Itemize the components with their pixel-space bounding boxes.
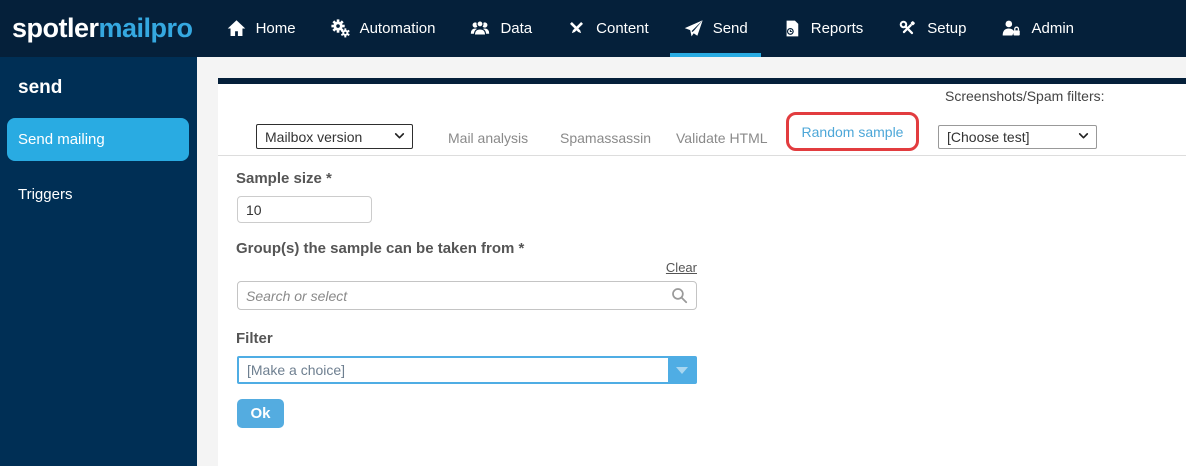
mailbox-version-value: Mailbox version <box>265 128 363 145</box>
group-search-box <box>237 281 697 310</box>
nav-item-data[interactable]: Data <box>452 0 549 57</box>
search-icon[interactable] <box>670 286 689 305</box>
sidebar-title: send <box>18 77 63 98</box>
tab-validate-html[interactable]: Validate HTML <box>676 130 768 146</box>
nav-item-content[interactable]: Content <box>549 0 666 57</box>
logo-text-primary: spotler <box>12 13 99 43</box>
active-nav-underline <box>669 53 761 57</box>
dropdown-arrow-icon <box>675 366 688 374</box>
nav-item-label: Content <box>596 20 649 37</box>
main-nav: Home Automation Data Content Send Report… <box>209 0 1091 57</box>
logo-text-secondary: mailpro <box>98 13 194 43</box>
sample-size-input[interactable] <box>237 196 372 223</box>
report-icon <box>782 18 802 39</box>
nav-item-label: Home <box>255 20 296 37</box>
gears-icon <box>330 18 351 39</box>
filter-label: Filter <box>236 330 273 347</box>
pens-icon <box>566 18 587 39</box>
nav-item-label: Send <box>712 20 748 37</box>
chevron-down-icon <box>393 129 406 145</box>
chevron-down-icon <box>1077 129 1090 145</box>
tab-random-sample[interactable]: Random sample <box>802 124 904 140</box>
tab-spamassassin[interactable]: Spamassassin <box>560 130 651 146</box>
content-panel: Mailbox version Mail analysis Spamassass… <box>218 78 1186 466</box>
clear-link[interactable]: Clear <box>666 260 697 275</box>
sidebar-item-triggers[interactable]: Triggers <box>0 173 189 216</box>
sample-size-label: Sample size * <box>236 170 332 187</box>
nav-item-label: Admin <box>1031 20 1075 37</box>
ok-button[interactable]: Ok <box>237 399 284 428</box>
nav-item-setup[interactable]: Setup <box>880 0 983 57</box>
sidebar-item-label: Send mailing <box>18 131 105 148</box>
groups-label: Group(s) the sample can be taken from * <box>236 240 525 257</box>
nav-item-send[interactable]: Send <box>666 0 765 57</box>
sidebar-item-send-mailing[interactable]: Send mailing <box>7 118 189 161</box>
nav-item-reports[interactable]: Reports <box>765 0 881 57</box>
nav-item-label: Setup <box>927 20 967 37</box>
home-icon <box>226 18 247 39</box>
nav-item-label: Automation <box>359 20 436 37</box>
clear-row: Clear <box>237 260 697 275</box>
user-lock-icon <box>1000 18 1022 39</box>
nav-item-label: Reports <box>810 20 864 37</box>
filter-dropdown-value: [Make a choice] <box>247 362 346 378</box>
tools-icon <box>897 18 918 39</box>
nav-item-automation[interactable]: Automation <box>313 0 453 57</box>
top-navbar: spotlermailpro Home Automation Data Cont… <box>0 0 1186 57</box>
test-tabs-row: Mailbox version Mail analysis Spamassass… <box>218 84 1186 156</box>
mailbox-version-select[interactable]: Mailbox version <box>256 124 413 149</box>
screenshots-spam-filters-label: Screenshots/Spam filters: <box>945 88 1105 104</box>
filter-dropdown-button[interactable] <box>667 358 695 382</box>
nav-item-admin[interactable]: Admin <box>983 0 1091 57</box>
sidebar: send Send mailing Triggers <box>0 57 197 466</box>
group-search-input[interactable] <box>238 287 670 304</box>
choose-test-value: [Choose test] <box>947 129 1030 145</box>
choose-test-select[interactable]: [Choose test] <box>938 125 1097 149</box>
red-annotation-box: Random sample <box>786 112 919 151</box>
brand-logo[interactable]: spotlermailpro <box>12 13 193 44</box>
paper-plane-icon <box>683 18 704 39</box>
people-icon <box>469 18 491 39</box>
nav-item-label: Data <box>500 20 533 37</box>
sidebar-item-label: Triggers <box>18 186 73 203</box>
nav-item-home[interactable]: Home <box>209 0 313 57</box>
main-area: Mailbox version Mail analysis Spamassass… <box>197 57 1186 466</box>
tab-mail-analysis[interactable]: Mail analysis <box>448 130 528 146</box>
filter-dropdown[interactable]: [Make a choice] <box>237 356 697 384</box>
